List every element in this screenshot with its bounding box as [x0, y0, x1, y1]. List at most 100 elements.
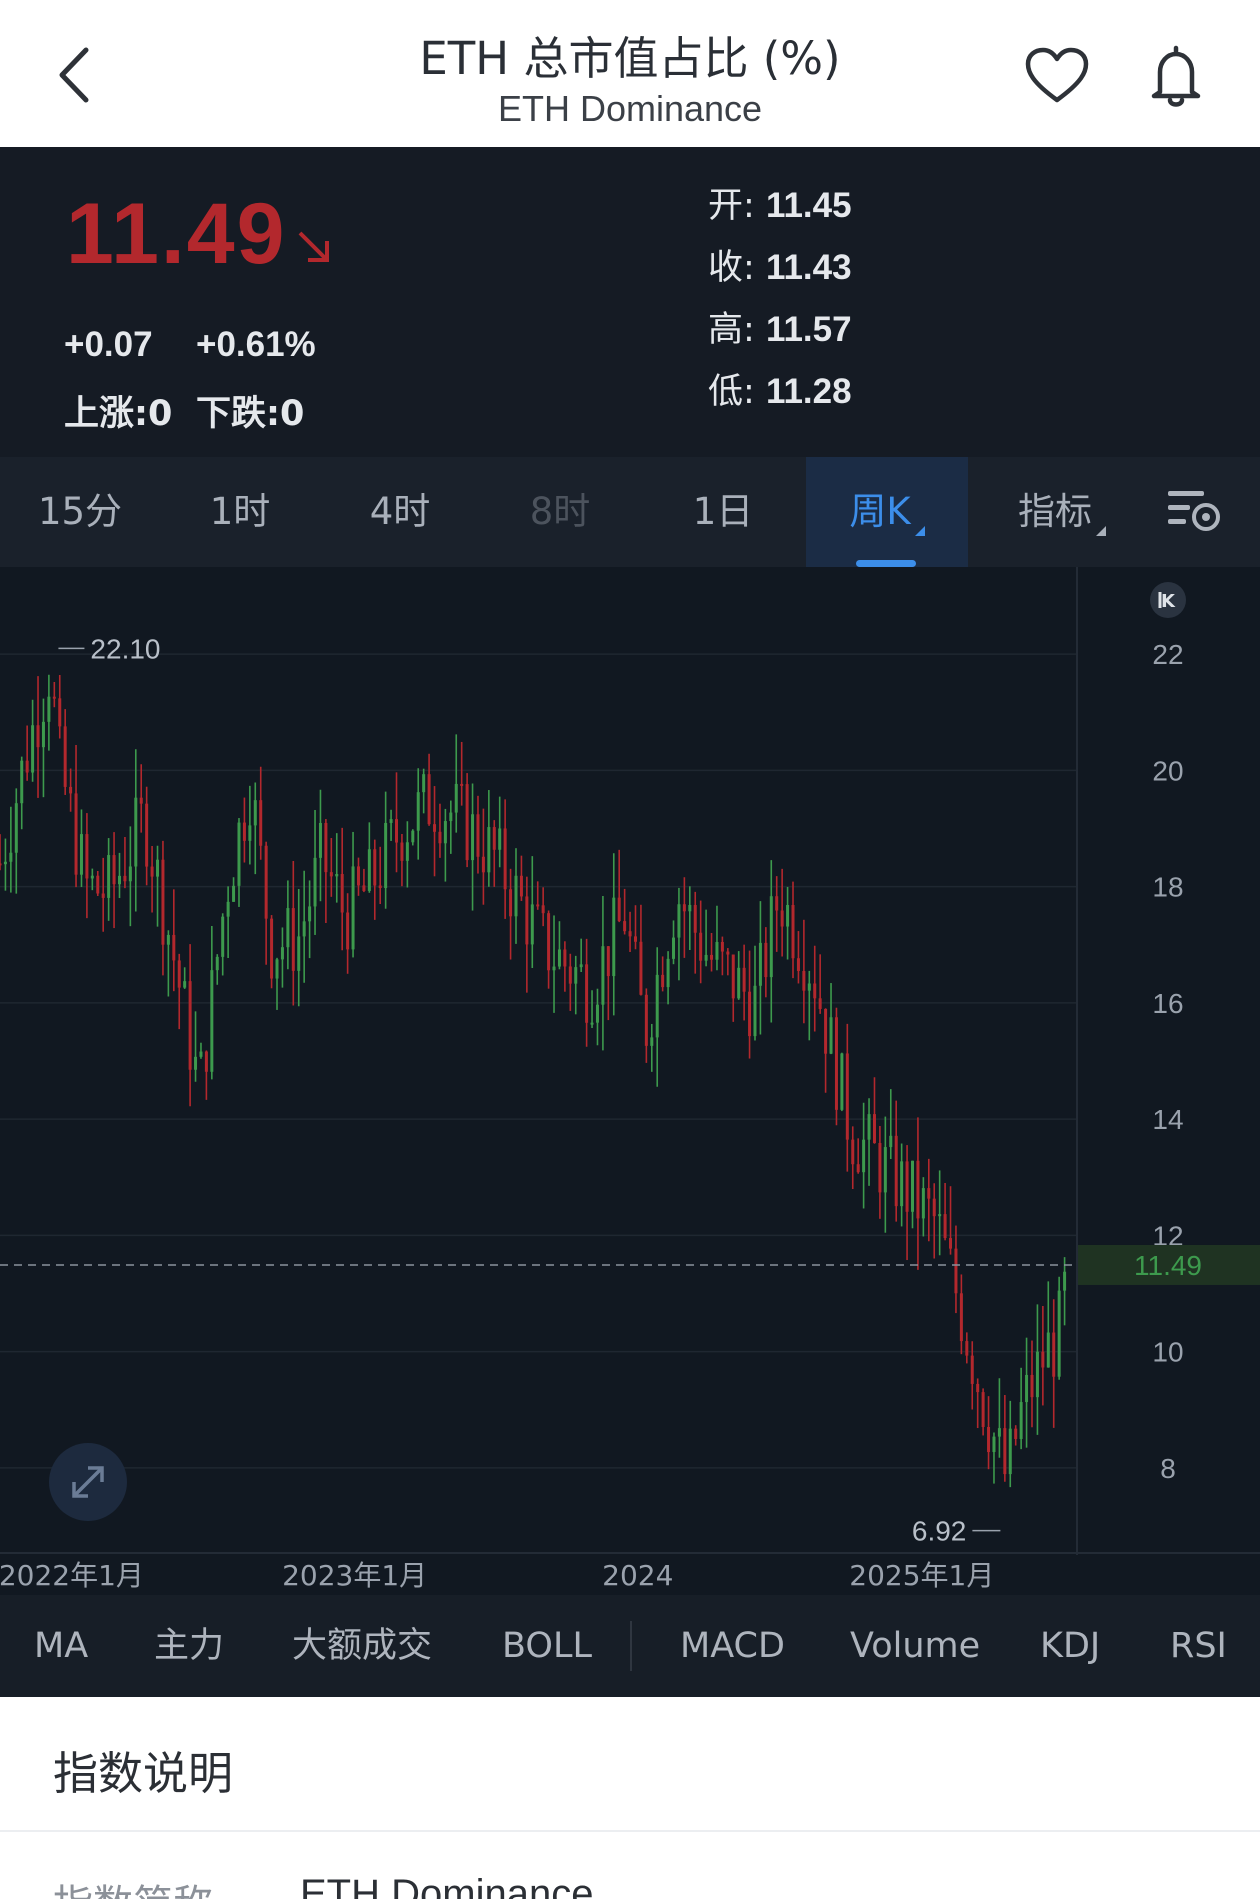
candle-body-down: [101, 893, 105, 898]
candle-body-down: [834, 1017, 838, 1110]
candle-body-up: [318, 822, 322, 858]
candle-body-up: [595, 1004, 599, 1023]
scroll-to-start-icon[interactable]: K: [1150, 582, 1186, 618]
indicator-volume[interactable]: Volume: [850, 1595, 980, 1697]
tab-15m[interactable]: 15分: [0, 457, 160, 567]
candle-body-down: [796, 958, 800, 971]
index-description: 指数说明 指数简称 ETH Dominance: [0, 1697, 1260, 1899]
candle-body-down: [851, 1139, 855, 1165]
tab-8h[interactable]: 8时: [480, 457, 640, 567]
candle-body-down: [731, 954, 735, 999]
candle-body-up: [90, 875, 94, 879]
candle-body-up: [194, 1056, 198, 1070]
heart-icon[interactable]: [1024, 46, 1090, 106]
candle-body-down: [970, 1355, 974, 1384]
candle-body-down: [775, 896, 779, 911]
candle-body-down: [824, 1008, 828, 1054]
candle-body-down: [492, 827, 496, 850]
active-tab-indicator: [856, 560, 916, 567]
tab-weekly[interactable]: 周K: [806, 457, 968, 567]
candle-body-down: [465, 784, 469, 861]
indicator-kdj[interactable]: KDJ: [1040, 1595, 1100, 1697]
indicator-main-force[interactable]: 主力: [154, 1595, 224, 1697]
candle-body-down: [943, 1214, 947, 1239]
candle-body-up: [31, 725, 35, 773]
candle-body-up: [210, 970, 214, 1072]
candle-body-up: [1063, 1271, 1067, 1291]
candle-body-down: [438, 831, 442, 844]
candle-body-up: [79, 834, 83, 875]
candlestick-chart[interactable]: 22201816141210811.4922.106.92 K: [0, 567, 1260, 1555]
candle-body-down: [644, 994, 648, 1046]
candle-body-down: [954, 1248, 958, 1294]
short-name-value: ETH Dominance: [300, 1872, 594, 1899]
candle-body-down: [894, 1135, 898, 1207]
bell-icon[interactable]: [1146, 42, 1206, 110]
candle-body-up: [416, 792, 420, 831]
candle-body-up: [487, 827, 491, 873]
candle-body-up: [601, 946, 605, 1005]
candle-body-up: [449, 812, 453, 822]
candle-body-down: [270, 918, 274, 979]
close-row: 收: 11.43: [708, 239, 852, 290]
candle-body-up: [557, 949, 561, 967]
candle-body-up: [737, 967, 741, 999]
y-tick-label: 20: [1152, 755, 1183, 786]
fullscreen-button[interactable]: [49, 1443, 127, 1521]
candle-body-down: [693, 904, 697, 933]
candle-body-up: [786, 905, 790, 927]
candle-body-down: [905, 1161, 909, 1212]
tab-indicators[interactable]: 指标: [982, 457, 1142, 567]
open-label: 开:: [708, 186, 755, 226]
indicator-rsi[interactable]: RSI: [1170, 1595, 1227, 1697]
candle-body-up: [829, 1017, 833, 1054]
candle-body-up: [253, 800, 257, 826]
candle-body-up: [411, 830, 415, 843]
y-tick-label: 8: [1160, 1453, 1176, 1484]
candle-body-up: [579, 964, 583, 968]
candle-body-up: [715, 941, 719, 960]
candle-body-down: [123, 875, 127, 882]
tab-1h[interactable]: 1时: [160, 457, 320, 567]
candle-body-up: [753, 985, 757, 1037]
candle-body-down: [623, 921, 627, 932]
indicator-boll[interactable]: BOLL: [502, 1595, 592, 1697]
candle-body-up: [840, 1053, 844, 1110]
candle-body-up: [128, 866, 132, 882]
candle-body-down: [259, 800, 263, 846]
tab-1d[interactable]: 1日: [640, 457, 806, 567]
candle-body-down: [720, 941, 724, 952]
candle-body-up: [248, 825, 252, 841]
candle-body-up: [921, 1188, 925, 1219]
description-title: 指数说明: [53, 1747, 234, 1800]
indicator-large-trades[interactable]: 大额成交: [292, 1595, 432, 1697]
candle-body-down: [856, 1164, 860, 1173]
candle-body-up: [134, 797, 138, 867]
candle-body-down: [1003, 1428, 1007, 1475]
candle-body-down: [150, 866, 154, 877]
svg-text:K: K: [1161, 591, 1176, 612]
open-value: 11.45: [765, 186, 852, 225]
current-value-label: 11.49: [1134, 1250, 1202, 1281]
candle-body-down: [427, 774, 431, 825]
candle-body-down: [433, 824, 437, 832]
indicator-ma[interactable]: MA: [34, 1595, 88, 1697]
change-value: +0.07: [64, 325, 153, 364]
chart-settings-icon[interactable]: [1164, 487, 1224, 537]
tab-4h[interactable]: 4时: [320, 457, 480, 567]
y-tick-label: 14: [1152, 1104, 1183, 1135]
candle-body-up: [454, 783, 458, 813]
candle-body-up: [688, 904, 692, 912]
candle-body-down: [742, 967, 746, 992]
candle-body-down: [161, 859, 165, 945]
indicator-macd[interactable]: MACD: [680, 1595, 785, 1697]
y-tick-label: 18: [1152, 872, 1183, 903]
short-name-label: 指数简称: [53, 1872, 213, 1899]
price-chart[interactable]: 22 20 18 16 14 12 10 8 11.49 22.10 6.92 K: [0, 567, 1260, 1555]
candle-body-up: [107, 855, 111, 898]
candle-body-down: [710, 954, 714, 960]
tab-label: 1日: [692, 490, 754, 533]
x-tick-label: 2022年1月: [0, 1559, 144, 1592]
candle-body-down: [682, 904, 686, 912]
candle-body-down: [726, 951, 730, 955]
